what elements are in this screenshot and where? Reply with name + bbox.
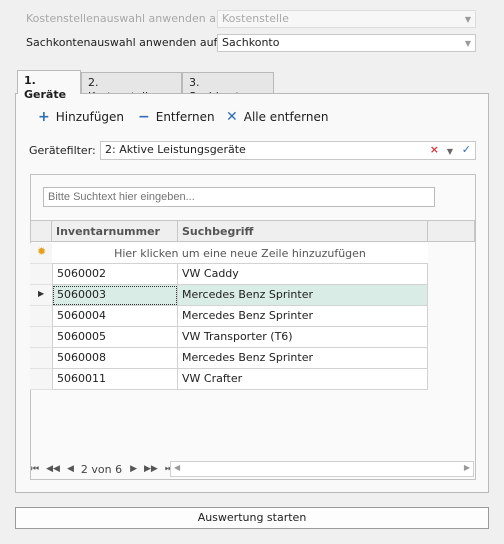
cell-suchbegriff[interactable]: Mercedes Benz Sprinter <box>178 348 428 369</box>
cell-suchbegriff[interactable]: VW Transporter (T6) <box>178 327 428 348</box>
start-evaluation-button[interactable]: Auswertung starten <box>15 507 489 529</box>
first-page-icon[interactable]: ⏮ <box>31 464 39 474</box>
current-row-arrow-icon: ▶ <box>38 289 45 298</box>
remove-all-button[interactable]: ✕ Alle entfernen <box>226 108 328 126</box>
tab-geraete[interactable]: 1. Geräte <box>17 70 81 101</box>
row-indicator: ▶ <box>30 285 52 306</box>
column-header-inventarnummer[interactable]: Inventarnummer <box>52 220 178 242</box>
scroll-left-icon[interactable]: ◀ <box>174 463 180 472</box>
add-button[interactable]: + Hinzufügen <box>38 108 124 126</box>
new-row-indicator: ✹ <box>30 243 52 264</box>
next-page-group-icon[interactable]: ▶▶ <box>144 464 158 474</box>
table-row[interactable]: 5060003 Mercedes Benz Sprinter <box>52 285 428 306</box>
add-button-label: Hinzufügen <box>55 110 125 124</box>
geraetefilter-label: Gerätefilter: <box>29 144 96 157</box>
new-row-star-icon: ✹ <box>37 245 47 258</box>
plus-icon: + <box>38 109 50 125</box>
cell-suchbegriff[interactable]: VW Caddy <box>178 264 428 285</box>
cell-inventarnummer[interactable]: 5060011 <box>52 369 178 390</box>
row-indicator <box>30 306 52 327</box>
row-indicator <box>30 369 52 390</box>
kst-auswahl-label: Kostenstellenauswahl anwenden auf: <box>26 12 231 25</box>
table-row[interactable]: 5060011 VW Crafter <box>52 369 428 390</box>
close-icon: ✕ <box>226 109 238 125</box>
prev-page-group-icon[interactable]: ◀◀ <box>46 464 60 474</box>
geraetefilter-value: 2: Aktive Leistungsgeräte <box>105 143 246 156</box>
search-input[interactable] <box>43 187 435 207</box>
cell-inventarnummer[interactable]: 5060008 <box>52 348 178 369</box>
cell-inventarnummer[interactable]: 5060005 <box>52 327 178 348</box>
row-indicator <box>30 327 52 348</box>
cell-suchbegriff[interactable]: Mercedes Benz Sprinter <box>178 285 428 306</box>
sachkonto-auswahl-combo[interactable]: Sachkonto ▼ <box>217 34 476 52</box>
new-row-prompt[interactable]: Hier klicken um eine neue Zeile hinzuzuf… <box>52 243 428 264</box>
row-indicator <box>30 348 52 369</box>
table-row[interactable]: 5060004 Mercedes Benz Sprinter <box>52 306 428 327</box>
row-indicator <box>30 264 52 285</box>
column-header-suchbegriff[interactable]: Suchbegriff <box>178 220 428 242</box>
kst-auswahl-value: Kostenstelle <box>222 12 289 25</box>
geraetefilter-combo[interactable]: 2: Aktive Leistungsgeräte × ▼ ✓ <box>100 141 476 160</box>
remove-button[interactable]: − Entfernen <box>138 108 215 126</box>
tab-kostenstellen[interactable]: 2. Kostenstellen <box>81 72 182 103</box>
kst-auswahl-combo: Kostenstelle ▼ <box>217 10 476 28</box>
chevron-down-icon[interactable]: ▼ <box>447 145 453 159</box>
sachkonto-auswahl-value: Sachkonto <box>222 36 280 49</box>
cell-suchbegriff[interactable]: VW Crafter <box>178 369 428 390</box>
cell-inventarnummer[interactable]: 5060002 <box>52 264 178 285</box>
chevron-down-icon: ▼ <box>464 15 471 24</box>
table-row[interactable]: 5060002 VW Caddy <box>52 264 428 285</box>
column-header-empty <box>428 220 475 242</box>
minus-icon: − <box>138 109 150 125</box>
cell-inventarnummer[interactable]: 5060003 <box>52 285 178 306</box>
check-icon[interactable]: ✓ <box>462 143 471 157</box>
chevron-down-icon[interactable]: ▼ <box>465 37 471 51</box>
clear-icon[interactable]: × <box>430 143 439 157</box>
cell-suchbegriff[interactable]: Mercedes Benz Sprinter <box>178 306 428 327</box>
prev-page-icon[interactable]: ◀ <box>67 464 74 474</box>
table-row[interactable]: 5060008 Mercedes Benz Sprinter <box>52 348 428 369</box>
remove-button-label: Entfernen <box>155 110 215 124</box>
table-row[interactable]: 5060005 VW Transporter (T6) <box>52 327 428 348</box>
cell-inventarnummer[interactable]: 5060004 <box>52 306 178 327</box>
page-indicator: 2 von 6 <box>80 462 123 476</box>
next-page-icon[interactable]: ▶ <box>130 464 137 474</box>
tab-sachkonten[interactable]: 3. Sachkonten <box>182 72 274 103</box>
row-indicator-header <box>30 220 52 242</box>
horizontal-scrollbar[interactable]: ◀ ▶ <box>170 461 474 477</box>
scroll-right-icon[interactable]: ▶ <box>464 463 470 472</box>
remove-all-button-label: Alle entfernen <box>243 110 329 124</box>
sachkonto-auswahl-label: Sachkontenauswahl anwenden auf: <box>26 36 221 49</box>
